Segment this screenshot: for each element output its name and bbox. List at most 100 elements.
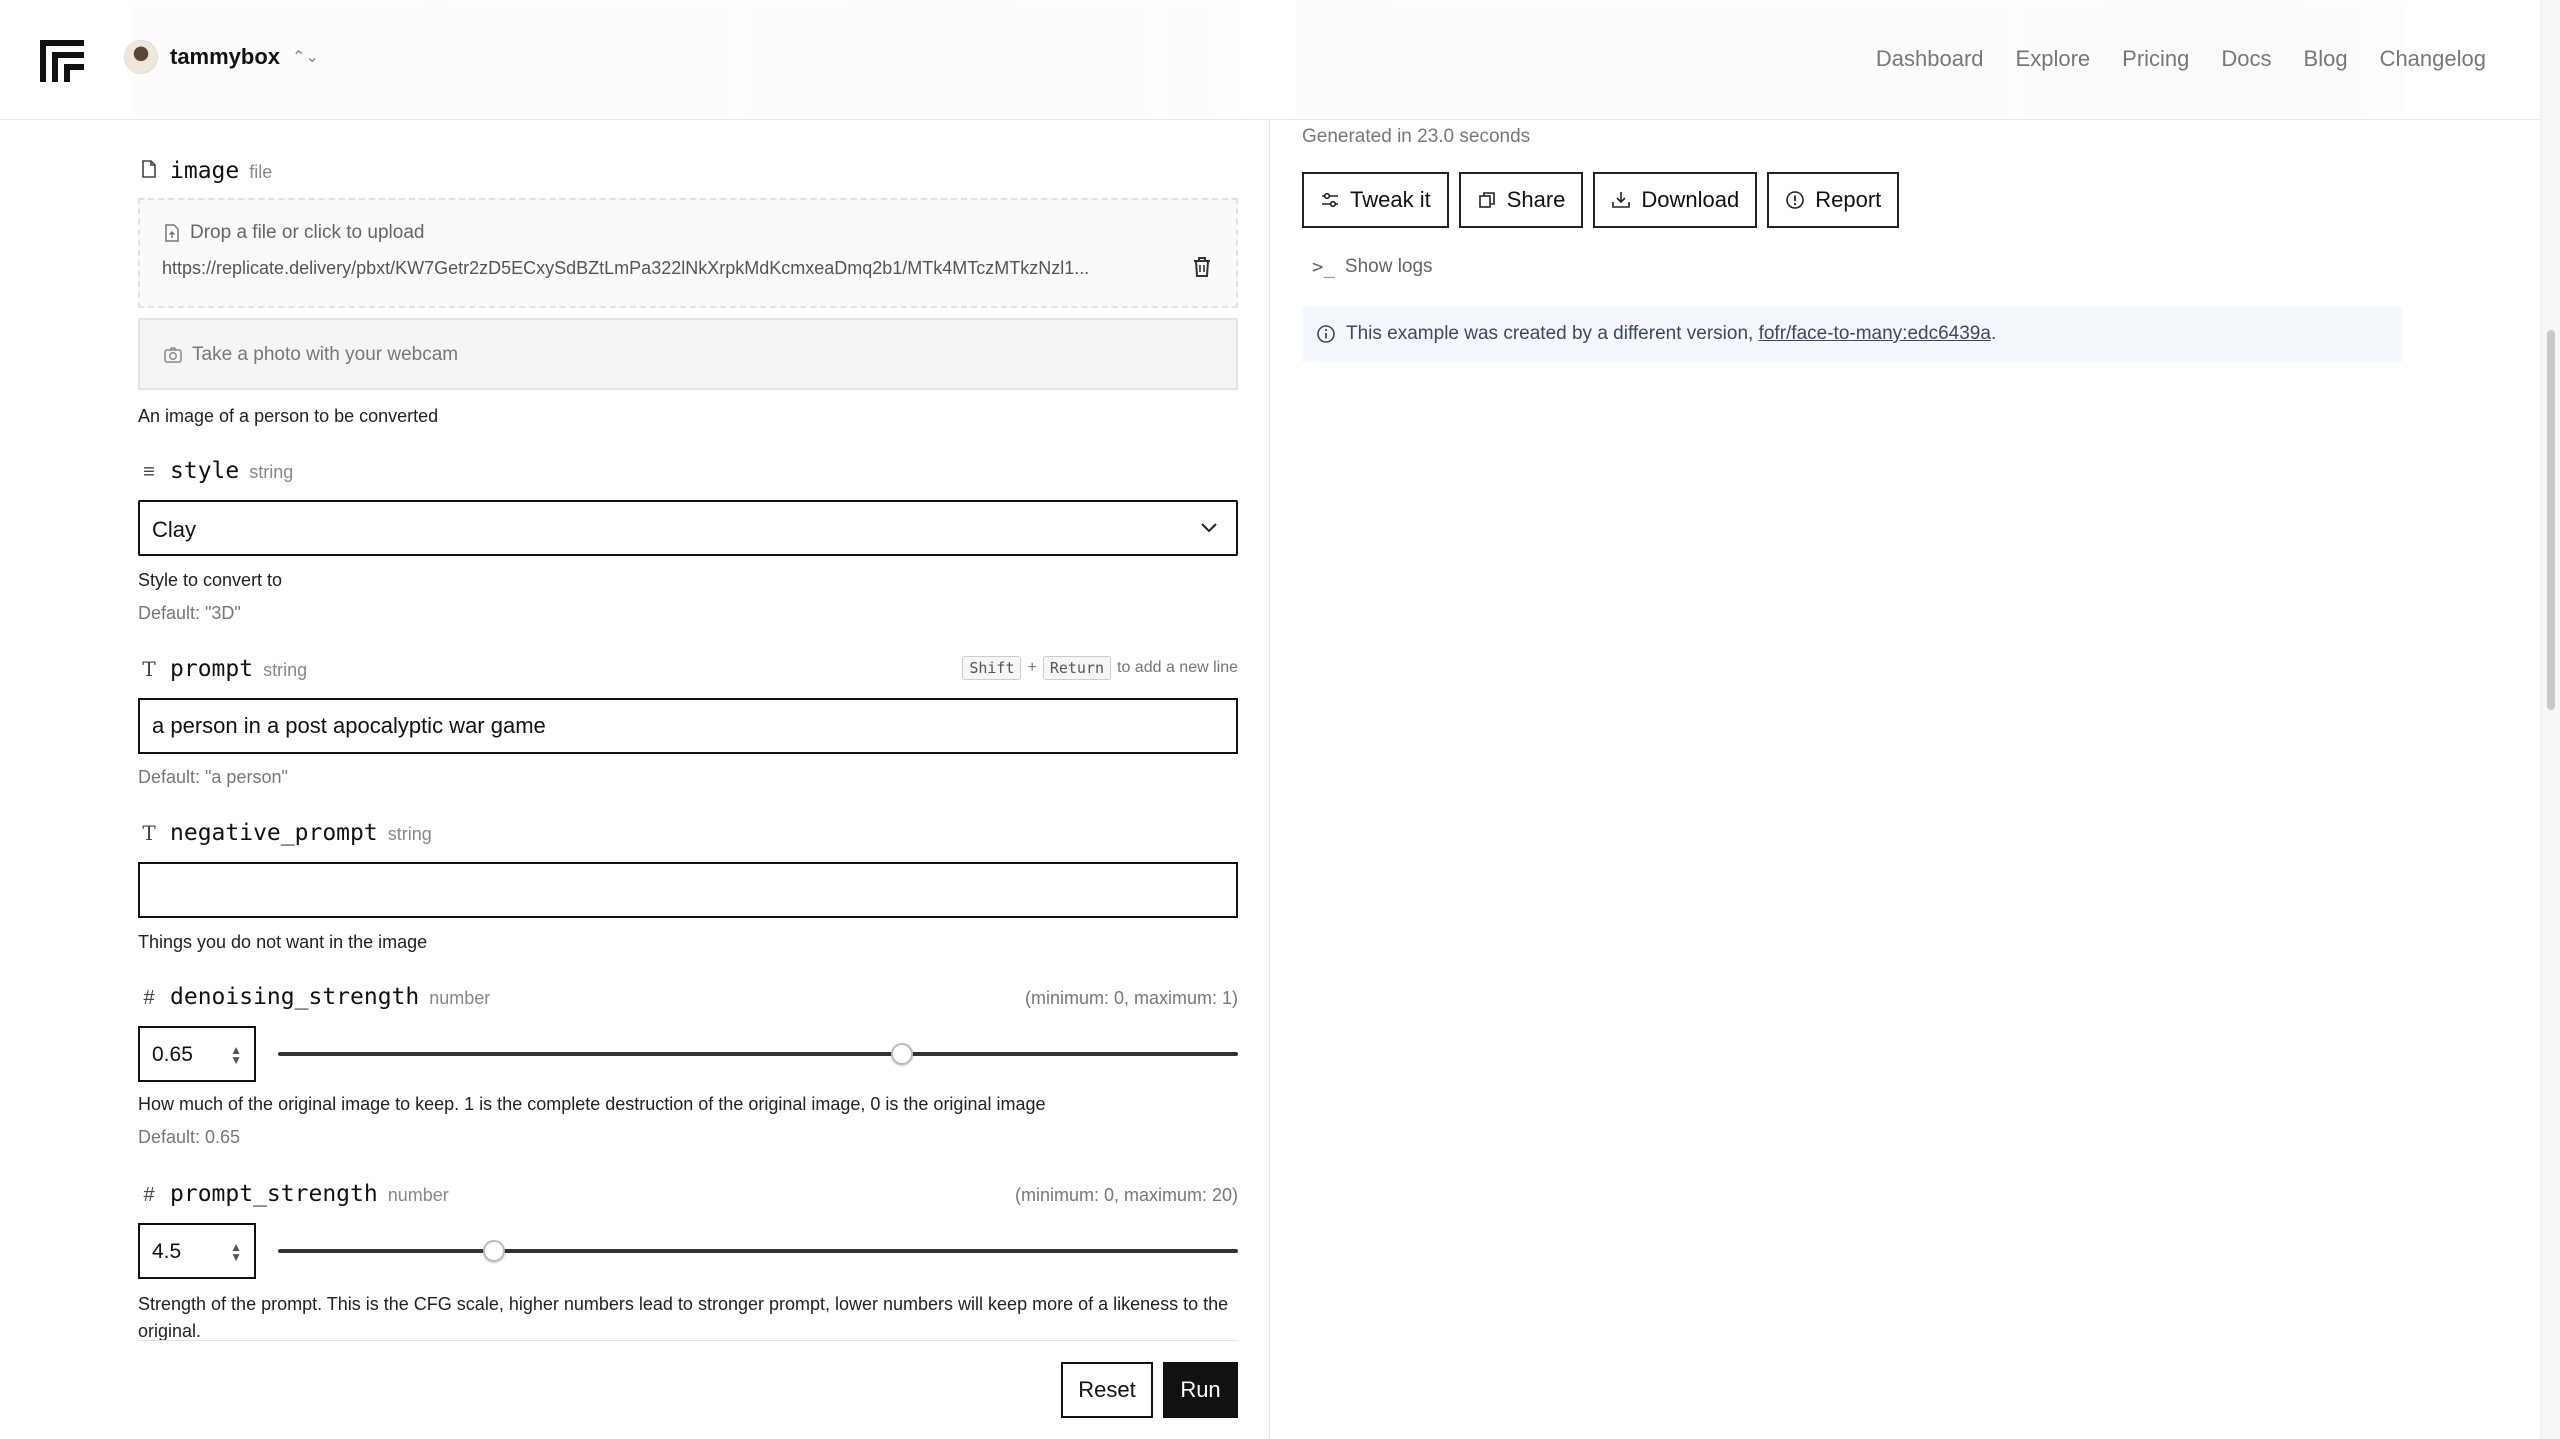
alert-circle-icon xyxy=(1786,191,1805,209)
field-type: file xyxy=(249,162,273,182)
sliders-icon xyxy=(1322,192,1338,208)
form-footer-divider xyxy=(138,1340,1238,1341)
plus-sign: + xyxy=(1027,659,1037,676)
scrollbar-thumb[interactable] xyxy=(2547,330,2555,710)
prompt-strength-slider[interactable] xyxy=(278,1236,1238,1266)
negative-prompt-input[interactable] xyxy=(140,864,1236,916)
account-switcher[interactable]: tammybox ⌃⌄ xyxy=(124,40,319,74)
download-button[interactable]: Download xyxy=(1593,172,1758,228)
generation-time: Generated in 23.0 seconds xyxy=(1302,126,1531,147)
denoising-help-text: How much of the original image to keep. … xyxy=(138,1094,1046,1114)
terminal-prompt-icon: >_ xyxy=(1312,256,1335,278)
shift-key: Shift xyxy=(962,656,1022,680)
field-type: number xyxy=(429,988,491,1008)
prompt-strength-value: 4.5 xyxy=(152,1240,182,1263)
hash-icon: # xyxy=(143,1184,155,1206)
field-header-image: image file xyxy=(138,158,272,184)
notice-period: . xyxy=(1990,323,1997,344)
output-actions: Tweak it Share Download Report xyxy=(1302,172,1900,228)
slider-track xyxy=(278,1249,1238,1253)
nav-blog[interactable]: Blog xyxy=(2304,46,2348,72)
field-type: string xyxy=(387,824,432,844)
report-label: Report xyxy=(1815,187,1882,212)
field-name: style xyxy=(170,458,240,484)
tweak-button[interactable]: Tweak it xyxy=(1302,172,1449,228)
field-type: string xyxy=(263,660,308,680)
prompt-strength-number-input[interactable]: 4.5 ▲ ▼ xyxy=(138,1223,256,1279)
page-scrollbar[interactable] xyxy=(2540,0,2560,1439)
chevron-up-down-icon: ⌃⌄ xyxy=(292,49,319,66)
slider-track xyxy=(278,1052,1238,1056)
field-type: number xyxy=(387,1185,449,1205)
upload-file-icon xyxy=(165,224,179,242)
nav-dashboard[interactable]: Dashboard xyxy=(1876,46,1984,72)
slider-thumb[interactable] xyxy=(483,1240,505,1262)
nav-explore[interactable]: Explore xyxy=(2016,46,2091,72)
prompt-input[interactable] xyxy=(140,700,1236,752)
field-name: image xyxy=(170,158,240,184)
notice-text: This example was created by a different … xyxy=(1346,323,1754,344)
style-selected-value: Clay xyxy=(152,517,197,542)
webcam-label: Take a photo with your webcam xyxy=(192,344,459,365)
field-name: negative_prompt xyxy=(170,820,378,846)
version-notice: This example was created by a different … xyxy=(1302,306,2402,362)
run-button[interactable]: Run xyxy=(1163,1362,1238,1418)
download-label: Download xyxy=(1641,187,1740,212)
camera-icon xyxy=(164,347,182,363)
nav-changelog[interactable]: Changelog xyxy=(2380,46,2486,72)
column-divider xyxy=(1269,120,1270,1439)
replicate-logo-icon[interactable] xyxy=(40,40,84,82)
slider-thumb[interactable] xyxy=(891,1043,913,1065)
dropzone-label-row: Drop a file or click to upload xyxy=(164,222,424,244)
reset-button[interactable]: Reset xyxy=(1061,1362,1153,1418)
text-type-icon: T xyxy=(142,821,156,845)
field-header-prompt: T prompt string xyxy=(138,656,307,682)
account-name: tammybox xyxy=(170,44,281,69)
report-button[interactable]: Report xyxy=(1767,172,1900,228)
style-default-text: Default: "3D" xyxy=(138,603,241,623)
show-logs-label: Show logs xyxy=(1344,256,1433,277)
share-button[interactable]: Share xyxy=(1458,172,1584,228)
trash-icon[interactable] xyxy=(1192,256,1212,278)
download-icon xyxy=(1612,192,1631,208)
share-label: Share xyxy=(1506,187,1566,212)
field-header-style: ≡ style string xyxy=(138,458,293,484)
style-select[interactable]: Clay xyxy=(138,500,1238,556)
negative-prompt-input-box[interactable] xyxy=(138,862,1238,918)
spinner-arrows-icon[interactable]: ▲ ▼ xyxy=(230,1241,242,1263)
denoising-value: 0.65 xyxy=(152,1043,193,1066)
webcam-capture-button[interactable]: Take a photo with your webcam xyxy=(138,318,1238,390)
field-type: string xyxy=(249,462,294,482)
denoising-range-text: (minimum: 0, maximum: 1) xyxy=(1024,988,1238,1008)
copy-share-icon xyxy=(1478,192,1495,208)
show-logs-toggle[interactable]: >_ Show logs xyxy=(1312,256,1433,278)
field-header-prompt-strength: # prompt_strength number xyxy=(138,1181,449,1207)
denoising-number-input[interactable]: 0.65 ▲ ▼ xyxy=(138,1026,256,1082)
field-header-negative-prompt: T negative_prompt string xyxy=(138,820,432,846)
text-type-icon: T xyxy=(142,657,156,681)
style-help-text: Style to convert to xyxy=(138,570,283,590)
version-link[interactable]: fofr/face-to-many:edc6439a xyxy=(1759,323,1991,344)
chevron-down-icon xyxy=(1201,523,1217,533)
denoising-slider[interactable] xyxy=(278,1039,1238,1069)
top-header: tammybox ⌃⌄ Dashboard Explore Pricing Do… xyxy=(0,0,2540,120)
webcam-label-row: Take a photo with your webcam xyxy=(164,344,458,366)
denoising-default-text: Default: 0.65 xyxy=(138,1127,241,1147)
prompt-input-box[interactable] xyxy=(138,698,1238,754)
image-help-text: An image of a person to be converted xyxy=(138,406,439,426)
list-icon: ≡ xyxy=(143,461,155,483)
prompt-strength-help-text: Strength of the prompt. This is the CFG … xyxy=(138,1294,1229,1341)
file-icon xyxy=(142,160,156,178)
nav-pricing[interactable]: Pricing xyxy=(2122,46,2189,72)
spinner-arrows-icon[interactable]: ▲ ▼ xyxy=(230,1044,242,1066)
hint-text: to add a new line xyxy=(1117,659,1238,676)
newline-shortcut-hint: Shift + Return to add a new line xyxy=(962,656,1238,680)
nav-docs[interactable]: Docs xyxy=(2221,46,2271,72)
file-dropzone[interactable]: Drop a file or click to upload https://r… xyxy=(138,198,1238,308)
hash-icon: # xyxy=(143,987,155,1009)
field-header-denoising-strength: # denoising_strength number xyxy=(138,984,490,1010)
field-name: prompt_strength xyxy=(170,1181,378,1207)
tweak-label: Tweak it xyxy=(1350,187,1431,212)
uploaded-file-url[interactable]: https://replicate.delivery/pbxt/KW7Getr2… xyxy=(162,258,1162,279)
negative-prompt-help-text: Things you do not want in the image xyxy=(138,932,428,952)
